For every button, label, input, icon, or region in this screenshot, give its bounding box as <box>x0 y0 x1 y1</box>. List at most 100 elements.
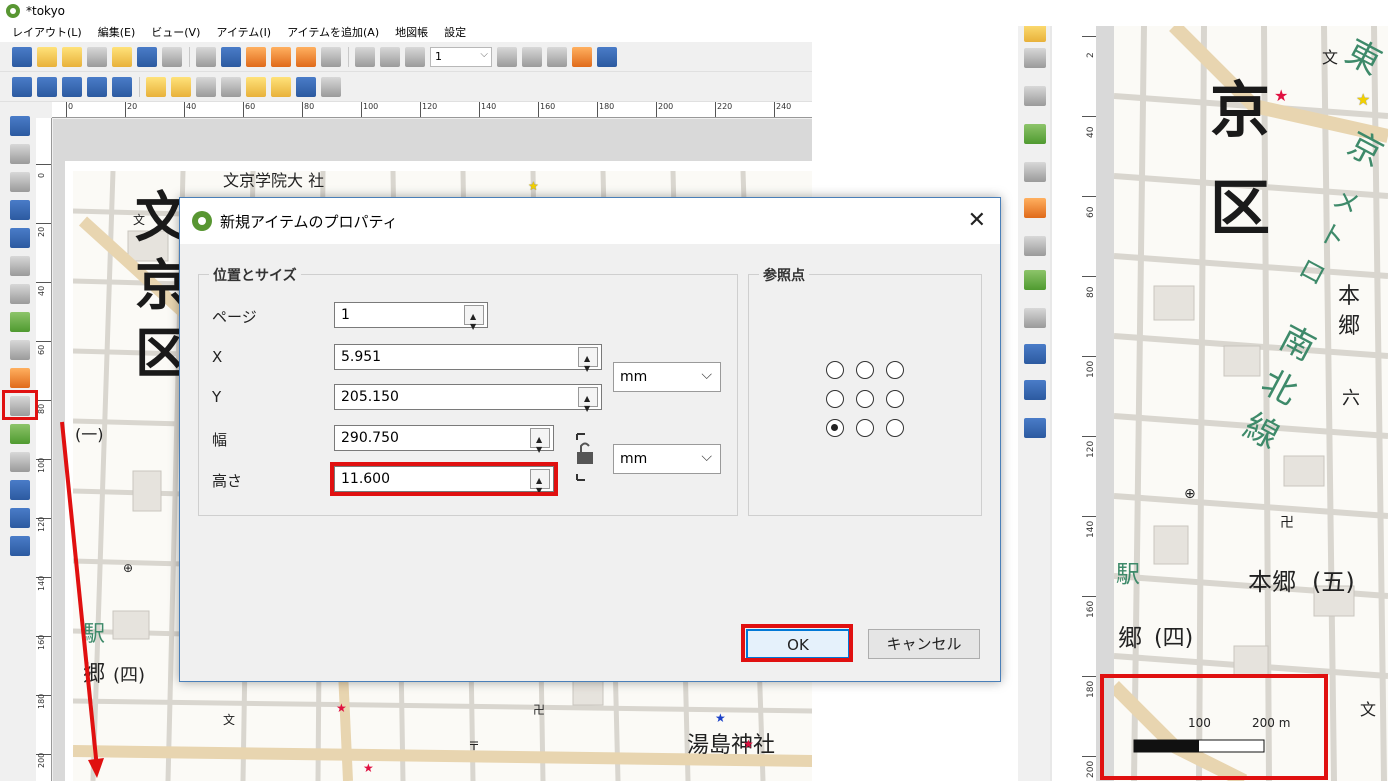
add-map-icon[interactable] <box>1024 48 1046 68</box>
map-item-zoomed[interactable]: 京 区 東 京 メ ト ロ 南 北 線 本 郷 本郷 (五) 駅 郷 (四) 六… <box>1114 26 1388 781</box>
add-attribute-table-icon[interactable] <box>1024 418 1046 438</box>
add-3d-map-icon[interactable] <box>1024 86 1046 106</box>
add-attribute-table-icon[interactable] <box>10 536 30 556</box>
zoom-tool-icon[interactable] <box>10 144 30 164</box>
last-feature-icon[interactable] <box>522 46 542 67</box>
add-shape-icon[interactable] <box>1024 270 1046 290</box>
redo-icon[interactable] <box>321 46 341 67</box>
ok-button[interactable]: OK <box>746 629 850 659</box>
print-icon[interactable] <box>196 46 216 67</box>
save-template-icon[interactable] <box>137 46 157 67</box>
ungroup-items-icon[interactable] <box>221 76 241 97</box>
zoom-full-icon[interactable] <box>87 76 107 97</box>
add-html-icon[interactable] <box>1024 380 1046 400</box>
ref-middle-left-radio[interactable] <box>826 390 844 408</box>
export-atlas-icon[interactable] <box>572 46 592 67</box>
layout-manager-icon[interactable] <box>87 46 107 67</box>
menu-layout[interactable]: レイアウト(L) <box>4 24 90 40</box>
edit-nodes-icon[interactable] <box>1024 26 1046 42</box>
close-icon[interactable]: ✕ <box>968 208 986 233</box>
select-move-icon[interactable] <box>10 172 30 192</box>
menu-item[interactable]: アイテム(I) <box>208 24 279 40</box>
zoom-in-icon[interactable] <box>12 76 32 97</box>
spin-buttons-icon[interactable] <box>578 387 598 421</box>
spin-buttons-icon[interactable] <box>530 428 550 462</box>
add-map-icon[interactable] <box>10 256 30 276</box>
pan-icon[interactable] <box>10 116 30 136</box>
lock-ratio-icon[interactable] <box>575 432 595 482</box>
open-folder-icon[interactable] <box>112 46 132 67</box>
distribute-items-icon[interactable] <box>296 76 316 97</box>
menu-atlas[interactable]: 地図帳 <box>387 24 436 40</box>
save-icon[interactable] <box>12 46 32 67</box>
add-legend-icon[interactable] <box>10 368 30 388</box>
atlas-settings-icon[interactable] <box>597 46 617 67</box>
export-pdf-icon[interactable] <box>271 46 291 67</box>
menu-settings[interactable]: 設定 <box>436 24 474 40</box>
add-polygon-icon[interactable] <box>1024 344 1046 364</box>
y-label: Y <box>212 388 222 406</box>
previous-feature-icon[interactable] <box>405 46 425 67</box>
ref-bottom-left-radio[interactable] <box>826 419 844 437</box>
refresh-icon[interactable] <box>112 76 132 97</box>
zoom-out-icon[interactable] <box>37 76 57 97</box>
bank-icon: ⊕ <box>1184 486 1196 502</box>
ruler-tick <box>1082 356 1096 357</box>
x-spinbox[interactable]: 5.951 <box>334 344 602 381</box>
height-spinbox[interactable]: 11.600 <box>334 466 554 503</box>
spin-buttons-icon[interactable] <box>464 305 484 339</box>
spin-buttons-icon[interactable] <box>578 347 598 381</box>
atlas-page-select[interactable]: 1 <box>430 46 492 67</box>
unlock-items-icon[interactable] <box>171 76 191 97</box>
export-image-icon[interactable] <box>221 46 241 67</box>
export-svg-icon[interactable] <box>246 46 266 67</box>
raise-items-icon[interactable] <box>246 76 266 97</box>
ref-bottom-center-radio[interactable] <box>856 419 874 437</box>
y-spinbox[interactable]: 205.150 <box>334 384 602 421</box>
add-3d-map-icon[interactable] <box>10 284 30 304</box>
ref-middle-right-radio[interactable] <box>886 390 904 408</box>
atlas-preview-icon[interactable] <box>355 46 375 67</box>
page-spinbox[interactable]: 1 <box>334 302 488 339</box>
undo-icon[interactable] <box>296 46 316 67</box>
add-label-icon[interactable] <box>10 340 30 360</box>
add-arrow-icon[interactable] <box>10 452 30 472</box>
resize-items-icon[interactable] <box>321 76 341 97</box>
x-label: X <box>212 348 223 366</box>
menu-view[interactable]: ビュー(V) <box>143 24 208 40</box>
add-picture-icon[interactable] <box>1024 124 1046 144</box>
new-layout-icon[interactable] <box>37 46 57 67</box>
view-toolbar <box>0 72 812 102</box>
align-items-icon[interactable] <box>271 76 291 97</box>
page-setup-icon[interactable] <box>162 46 182 67</box>
position-unit-select[interactable]: mm <box>613 361 721 392</box>
ref-middle-center-radio[interactable] <box>856 390 874 408</box>
ref-bottom-right-radio[interactable] <box>886 419 904 437</box>
next-feature-icon[interactable] <box>497 46 517 67</box>
zoom-actual-icon[interactable] <box>62 76 82 97</box>
duplicate-layout-icon[interactable] <box>62 46 82 67</box>
add-shape-icon[interactable] <box>10 424 30 444</box>
add-arrow-icon[interactable] <box>1024 308 1046 328</box>
menu-edit[interactable]: 編集(E) <box>90 24 144 40</box>
add-legend-icon[interactable] <box>1024 198 1046 218</box>
first-feature-icon[interactable] <box>380 46 400 67</box>
move-content-icon[interactable] <box>10 200 30 220</box>
ref-top-right-radio[interactable] <box>886 361 904 379</box>
add-scalebar-icon[interactable] <box>1024 236 1046 256</box>
print-atlas-icon[interactable] <box>547 46 567 67</box>
ref-top-left-radio[interactable] <box>826 361 844 379</box>
add-picture-icon[interactable] <box>10 312 30 332</box>
add-label-icon[interactable] <box>1024 162 1046 182</box>
menu-add-item[interactable]: アイテムを追加(A) <box>279 24 387 40</box>
width-spinbox[interactable]: 290.750 <box>334 425 554 462</box>
size-unit-select[interactable]: mm <box>613 443 721 474</box>
add-polygon-icon[interactable] <box>10 480 30 500</box>
cancel-button[interactable]: キャンセル <box>868 629 980 659</box>
edit-nodes-icon[interactable] <box>10 228 30 248</box>
group-items-icon[interactable] <box>196 76 216 97</box>
ref-top-center-radio[interactable] <box>856 361 874 379</box>
lock-items-icon[interactable] <box>146 76 166 97</box>
spin-buttons-icon[interactable] <box>530 469 550 503</box>
add-html-icon[interactable] <box>10 508 30 528</box>
